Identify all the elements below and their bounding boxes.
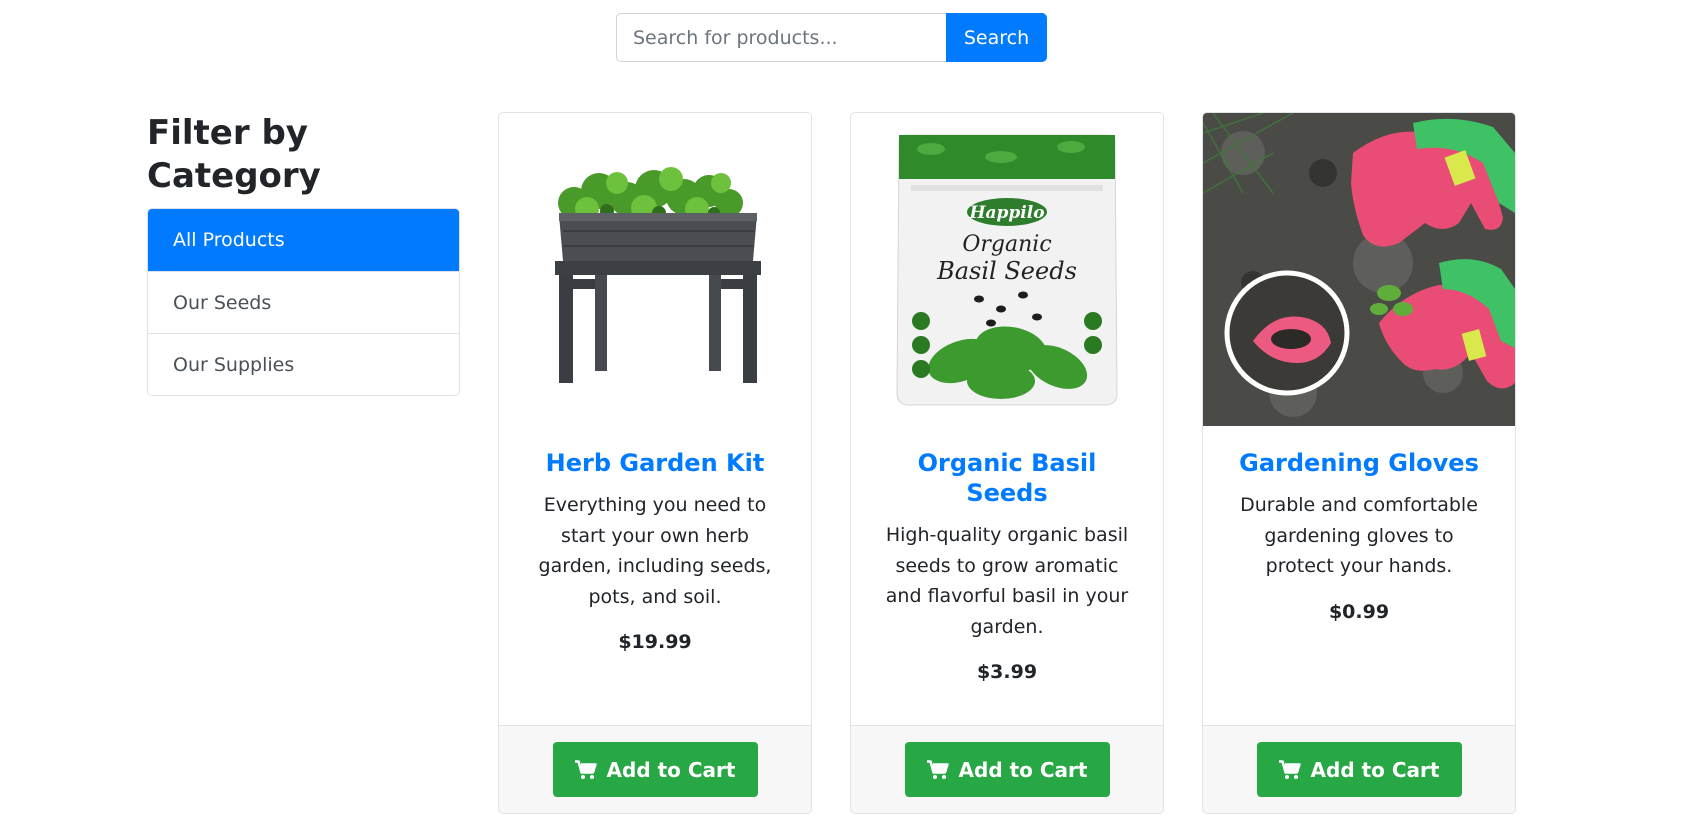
shopping-cart-icon [1278, 759, 1301, 780]
category-our-seeds[interactable]: Our Seeds [148, 271, 459, 333]
category-our-supplies[interactable]: Our Supplies [148, 333, 459, 395]
search-button[interactable]: Search [946, 13, 1047, 62]
product-description: High-quality organic basil seeds to grow… [885, 524, 1129, 638]
product-name[interactable]: Organic Basil Seeds [877, 448, 1137, 508]
gardening-gloves-image[interactable] [1203, 113, 1515, 426]
svg-text:Organic: Organic [962, 232, 1051, 257]
add-to-cart-button[interactable]: Add to Cart [1256, 742, 1462, 797]
product-price: $3.99 [976, 661, 1038, 683]
product-card: Gardening Gloves Durable and comfortable… [1202, 112, 1516, 814]
svg-text:Happilo: Happilo [968, 203, 1044, 223]
add-to-cart-label: Add to Cart [958, 757, 1088, 782]
herb-planter-image[interactable] [499, 113, 811, 426]
category-sidebar: Filter by Category All Products Our Seed… [147, 112, 460, 396]
svg-text:Basil Seeds: Basil Seeds [936, 257, 1077, 285]
card-footer: Add to Cart [851, 725, 1163, 813]
card-body: Herb Garden Kit Everything you need to s… [499, 426, 811, 725]
product-description: Durable and comfortable gardening gloves… [1240, 494, 1478, 577]
basil-seed-pouch-image[interactable]: Happilo Organic Basil Seeds [851, 113, 1163, 426]
category-list: All Products Our Seeds Our Supplies [147, 208, 460, 396]
search-input[interactable] [616, 13, 946, 62]
category-all-products[interactable]: All Products [148, 209, 459, 271]
add-to-cart-button[interactable]: Add to Cart [552, 742, 758, 797]
card-body: Gardening Gloves Durable and comfortable… [1203, 426, 1515, 725]
card-footer: Add to Cart [499, 725, 811, 813]
card-footer: Add to Cart [1203, 725, 1515, 813]
add-to-cart-button[interactable]: Add to Cart [904, 742, 1110, 797]
product-name[interactable]: Herb Garden Kit [525, 448, 785, 478]
search-bar: Search [616, 13, 1047, 62]
shopping-cart-icon [926, 759, 949, 780]
shopping-cart-icon [574, 759, 597, 780]
add-to-cart-label: Add to Cart [1310, 757, 1440, 782]
product-grid: Herb Garden Kit Everything you need to s… [498, 112, 1516, 814]
filter-heading: Filter by Category [147, 113, 321, 196]
add-to-cart-label: Add to Cart [606, 757, 736, 782]
product-name[interactable]: Gardening Gloves [1229, 448, 1489, 478]
product-card: Happilo Organic Basil Seeds Organic Basi… [850, 112, 1164, 814]
product-price: $19.99 [618, 631, 692, 653]
card-body: Organic Basil Seeds High-quality organic… [851, 426, 1163, 725]
product-price: $0.99 [1328, 600, 1390, 623]
product-card: Herb Garden Kit Everything you need to s… [498, 112, 812, 814]
product-description: Everything you need to start your own he… [538, 494, 772, 608]
